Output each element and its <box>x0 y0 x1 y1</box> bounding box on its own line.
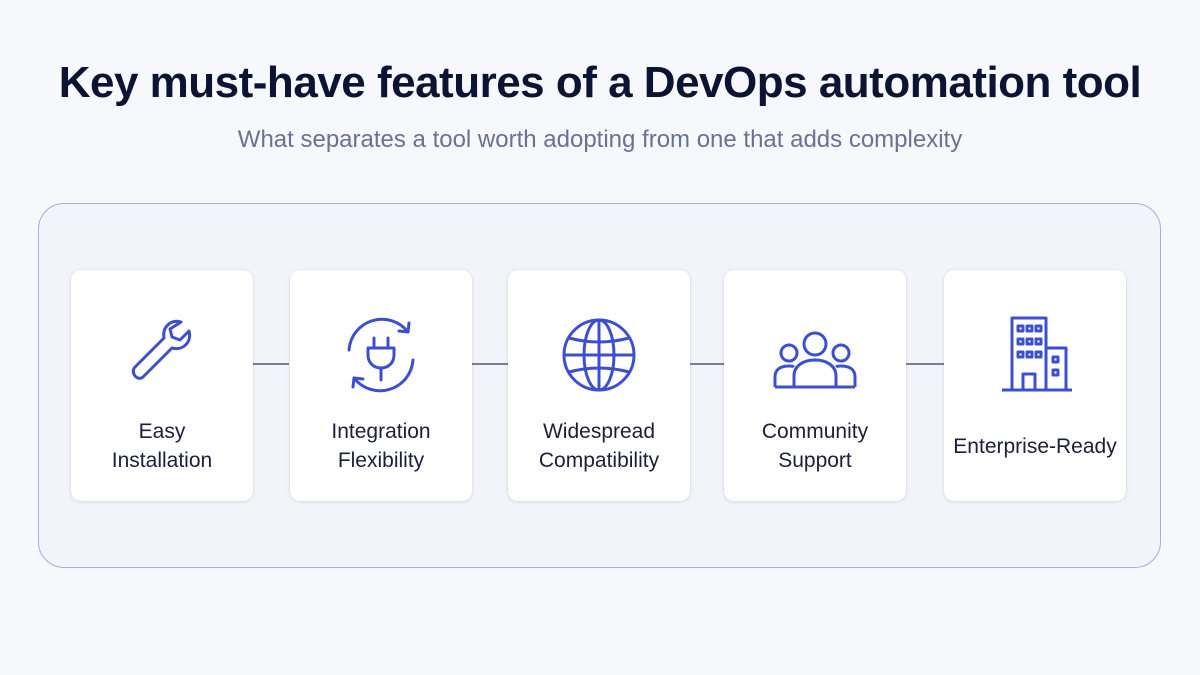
feature-label: Enterprise-Ready <box>952 416 1118 476</box>
feature-label: Integration Flexibility <box>298 416 464 476</box>
feature-label-line: Support <box>778 449 852 472</box>
feature-label-line: Integration <box>331 420 431 443</box>
feature-label: Widespread Compatibility <box>516 416 682 476</box>
globe-icon <box>554 310 644 400</box>
feature-card-enterprise-ready: Enterprise-Ready <box>944 270 1126 501</box>
feature-label: Easy Installation <box>79 416 245 476</box>
connector-line <box>906 363 944 365</box>
plug-cycle-icon <box>336 310 426 400</box>
feature-label-line: Flexibility <box>337 449 425 472</box>
people-icon <box>770 310 860 400</box>
feature-label-line: Installation <box>111 449 213 472</box>
feature-label-line: Compatibility <box>538 449 660 472</box>
connector-line <box>472 363 508 365</box>
feature-card-community-support: Community Support <box>724 270 906 501</box>
connector-line <box>690 363 724 365</box>
feature-card-integration-flexibility: Integration Flexibility <box>290 270 472 501</box>
feature-label: Community Support <box>732 416 898 476</box>
feature-label-line: Easy <box>138 420 186 443</box>
connector-line <box>253 363 289 365</box>
feature-card-easy-installation: Easy Installation <box>71 270 253 501</box>
wrench-icon <box>117 310 207 400</box>
page-subtitle: What separates a tool worth adopting fro… <box>237 126 963 153</box>
feature-label-line: Community <box>761 420 869 443</box>
building-icon <box>990 310 1080 400</box>
feature-card-widespread-compatibility: Widespread Compatibility <box>508 270 690 501</box>
page-title: Key must-have features of a DevOps autom… <box>58 58 1142 107</box>
feature-label-line: Widespread <box>542 420 656 443</box>
feature-label-line: Enterprise-Ready <box>953 434 1117 458</box>
